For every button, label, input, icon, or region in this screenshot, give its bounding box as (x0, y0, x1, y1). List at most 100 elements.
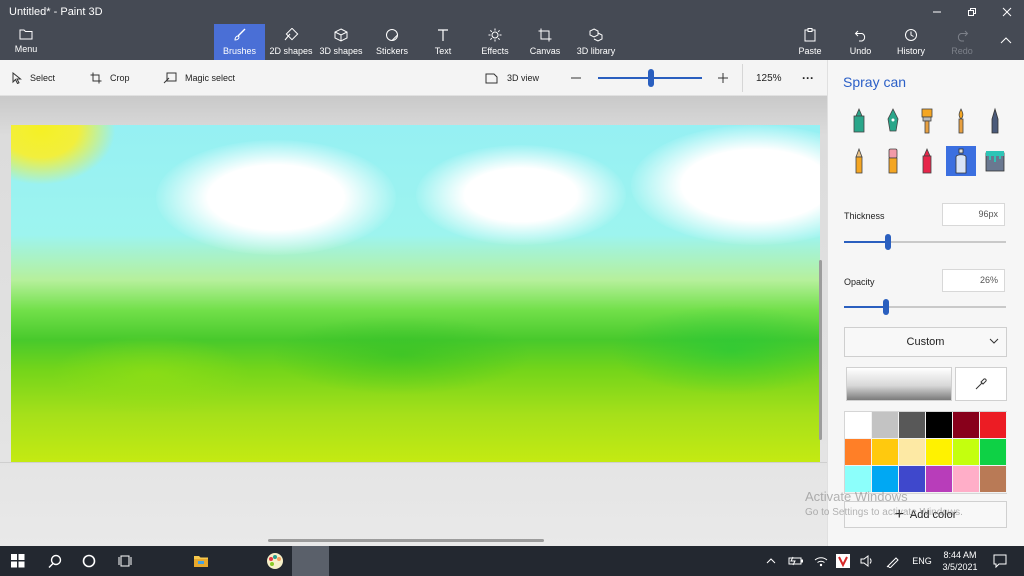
pen-icon (886, 554, 900, 568)
start-button[interactable] (0, 546, 36, 576)
color-swatch[interactable] (872, 412, 899, 439)
clock-time: 8:44 AM (943, 550, 977, 560)
file-explorer-button[interactable] (184, 546, 218, 576)
restore-button[interactable] (955, 0, 989, 24)
color-swatch[interactable] (926, 412, 953, 439)
cortana-button[interactable] (72, 546, 106, 576)
windows-taskbar: ENG 8:44 AM 3/5/2021 (0, 546, 1024, 576)
paint3d-app-icon (266, 552, 284, 570)
vertical-scrollbar[interactable] (819, 260, 822, 440)
opacity-input[interactable]: 26% (942, 269, 1005, 292)
close-button[interactable] (990, 0, 1024, 24)
brush-pixel-pen[interactable] (980, 106, 1010, 136)
color-swatch[interactable] (926, 439, 953, 466)
zoom-in-button[interactable] (717, 60, 737, 96)
action-center-button[interactable] (990, 546, 1010, 576)
brush-spray-can[interactable] (946, 146, 976, 176)
tool-options-bar: Select Crop Magic select 3D view 125% ··… (0, 60, 827, 96)
color-palette (844, 411, 1007, 494)
color-swatch[interactable] (980, 466, 1007, 493)
tab-brushes[interactable]: Brushes (214, 24, 265, 60)
volume-tray[interactable] (858, 546, 876, 576)
brush-marker[interactable] (844, 106, 874, 136)
crop-button[interactable]: Crop (90, 60, 130, 96)
color-swatch[interactable] (953, 439, 980, 466)
minimize-button[interactable] (920, 0, 954, 24)
search-button[interactable] (38, 546, 72, 576)
3d-view-icon (485, 72, 507, 84)
title-and-ribbon-bar: Untitled* - Paint 3D Menu Brushes 2D sha… (0, 0, 1024, 60)
magic-select-button[interactable]: Magic select (163, 60, 235, 96)
crop-icon (90, 72, 110, 84)
redo-button[interactable]: Redo (948, 24, 976, 60)
grass-spray (271, 315, 531, 395)
color-mode-dropdown[interactable]: Custom (844, 327, 1007, 357)
antivirus-tray[interactable] (834, 546, 852, 576)
collapse-ribbon-button[interactable] (996, 24, 1016, 60)
wifi-tray[interactable] (812, 546, 830, 576)
more-options-button[interactable]: ··· (802, 60, 814, 96)
tab-canvas[interactable]: Canvas (527, 24, 563, 60)
zoom-out-button[interactable] (570, 60, 590, 96)
menu-label: Menu (14, 44, 38, 54)
brush-calligraphy-pen[interactable] (878, 106, 908, 136)
thickness-input[interactable]: 96px (942, 203, 1005, 226)
brush-crayon[interactable] (912, 146, 942, 176)
brush-fill[interactable] (980, 146, 1010, 176)
tab-3d-shapes[interactable]: 3D shapes (318, 24, 364, 60)
volume-icon (860, 555, 874, 567)
redo-label: Redo (951, 46, 973, 56)
color-swatch[interactable] (845, 439, 872, 466)
language-indicator[interactable]: ENG (908, 546, 936, 576)
tab-brushes-label: Brushes (222, 46, 257, 56)
tab-text[interactable]: Text (428, 24, 458, 60)
3d-view-toggle[interactable]: 3D view (485, 60, 539, 96)
tab-effects[interactable]: Effects (476, 24, 514, 60)
eyedropper-button[interactable] (955, 367, 1007, 401)
show-hidden-icons-button[interactable] (762, 546, 780, 576)
select-button[interactable]: Select (12, 60, 55, 96)
horizontal-scrollbar[interactable] (268, 539, 544, 542)
color-swatch[interactable] (980, 412, 1007, 439)
thickness-label: Thickness (844, 211, 885, 221)
color-swatch[interactable] (899, 439, 926, 466)
brush-oil[interactable] (912, 106, 942, 136)
paste-label: Paste (798, 46, 822, 56)
tab-2d-shapes[interactable]: 2D shapes (266, 24, 316, 60)
zoom-level-value[interactable]: 125% (756, 60, 782, 96)
color-swatch[interactable] (872, 439, 899, 466)
thickness-slider-thumb[interactable] (884, 234, 891, 250)
2d-shapes-icon (283, 28, 299, 42)
paste-button[interactable]: Paste (796, 24, 824, 60)
zoom-slider-thumb[interactable] (648, 69, 654, 87)
color-swatch[interactable] (980, 439, 1007, 466)
wifi-icon (814, 555, 828, 567)
system-clock[interactable]: 8:44 AM 3/5/2021 (934, 549, 986, 573)
color-swatch[interactable] (953, 412, 980, 439)
task-view-button[interactable] (108, 546, 142, 576)
text-icon (436, 28, 450, 42)
redo-icon (955, 28, 969, 42)
pen-tray[interactable] (884, 546, 902, 576)
color-swatch[interactable] (845, 412, 872, 439)
tab-3d-library[interactable]: 3D library (575, 24, 617, 60)
opacity-slider-thumb[interactable] (883, 299, 890, 315)
paint3d-taskbar-button[interactable] (258, 546, 292, 576)
current-color-preview[interactable] (846, 367, 952, 401)
color-swatch[interactable] (899, 412, 926, 439)
drawing-canvas[interactable] (11, 125, 820, 462)
brush-eraser[interactable] (878, 146, 908, 176)
battery-tray[interactable] (786, 546, 806, 576)
eyedropper-icon (974, 377, 988, 391)
brush-pencil[interactable] (844, 146, 874, 176)
menu-button[interactable]: Menu (6, 24, 46, 60)
tab-3d-shapes-label: 3D shapes (319, 46, 363, 56)
brush-watercolor[interactable] (946, 106, 976, 136)
file-explorer-icon (193, 554, 209, 568)
watermark-title: Activate Windows (805, 489, 908, 504)
running-app-indicator[interactable] (292, 546, 329, 576)
marker-icon (851, 107, 867, 135)
undo-button[interactable]: Undo (847, 24, 874, 60)
history-button[interactable]: History (894, 24, 928, 60)
tab-stickers[interactable]: Stickers (372, 24, 412, 60)
